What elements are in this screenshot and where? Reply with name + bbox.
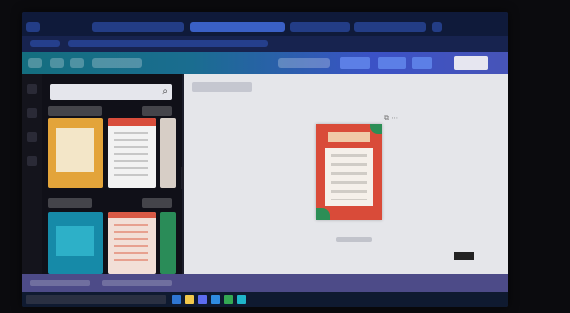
- template-thumbnail[interactable]: [160, 212, 176, 274]
- browser-tab[interactable]: [354, 22, 426, 32]
- see-all-link[interactable]: [142, 198, 172, 208]
- editor-header: [192, 82, 252, 92]
- file-explorer-icon[interactable]: [185, 295, 194, 304]
- footer-bar: [22, 274, 508, 292]
- browser-tab[interactable]: [26, 22, 40, 32]
- design-page[interactable]: [316, 124, 382, 220]
- template-thumbnail[interactable]: [108, 118, 156, 188]
- notes-button[interactable]: [30, 280, 90, 286]
- tools-sidebar: [22, 74, 42, 279]
- resize-menu[interactable]: [70, 58, 84, 68]
- home-button[interactable]: [28, 58, 42, 68]
- mail-icon[interactable]: [211, 295, 220, 304]
- analytics-button[interactable]: [412, 57, 432, 69]
- share-button[interactable]: [454, 56, 488, 70]
- avatar[interactable]: [378, 57, 406, 69]
- poster-title[interactable]: [328, 132, 370, 142]
- undo-redo-controls[interactable]: [92, 58, 142, 68]
- browser-tab[interactable]: [92, 22, 184, 32]
- browser-toolbar: [22, 36, 508, 52]
- store-icon[interactable]: [198, 295, 207, 304]
- see-all-link[interactable]: [142, 106, 172, 116]
- template-thumbnail[interactable]: [108, 212, 156, 274]
- page-controls[interactable]: ⧉ ⋯: [384, 114, 398, 123]
- browser-tab[interactable]: [290, 22, 350, 32]
- poster-body[interactable]: [325, 148, 373, 206]
- text-tool-icon[interactable]: [27, 132, 37, 142]
- editor-top-bar: [22, 52, 508, 74]
- edge-icon[interactable]: [172, 295, 181, 304]
- templates-panel: ⌕: [42, 74, 182, 279]
- section-title: [48, 198, 92, 208]
- template-thumbnail[interactable]: [48, 118, 103, 188]
- new-tab-button[interactable]: [432, 22, 442, 32]
- browser-tab-active[interactable]: [190, 22, 285, 32]
- editor-canvas-area: ⧉ ⋯: [184, 74, 508, 274]
- design-title[interactable]: [278, 58, 330, 68]
- taskbar-icons: [172, 295, 246, 304]
- elements-tool-icon[interactable]: [27, 108, 37, 118]
- file-menu[interactable]: [50, 58, 64, 68]
- navigation-buttons[interactable]: [30, 40, 60, 47]
- template-thumbnail[interactable]: [48, 212, 103, 274]
- leaf-decoration: [316, 208, 330, 220]
- template-thumbnail[interactable]: [160, 118, 176, 188]
- browser-tab-strip: [22, 12, 508, 36]
- search-icon: ⌕: [162, 86, 168, 97]
- uploads-tool-icon[interactable]: [27, 156, 37, 166]
- zoom-control[interactable]: [454, 252, 474, 260]
- section-title: [48, 106, 102, 116]
- laptop-screen: ⌕ ⧉ ⋯: [22, 12, 508, 307]
- timer-button[interactable]: [102, 280, 172, 286]
- search-input[interactable]: ⌕: [50, 84, 172, 100]
- design-tool-icon[interactable]: [27, 84, 37, 94]
- chrome-icon[interactable]: [224, 295, 233, 304]
- upgrade-button[interactable]: [340, 57, 370, 69]
- canva-icon[interactable]: [237, 295, 246, 304]
- os-taskbar: [22, 292, 508, 307]
- add-page-button[interactable]: [336, 237, 372, 242]
- leaf-decoration: [370, 124, 382, 134]
- taskbar-search[interactable]: [26, 295, 166, 304]
- address-bar[interactable]: [68, 40, 268, 47]
